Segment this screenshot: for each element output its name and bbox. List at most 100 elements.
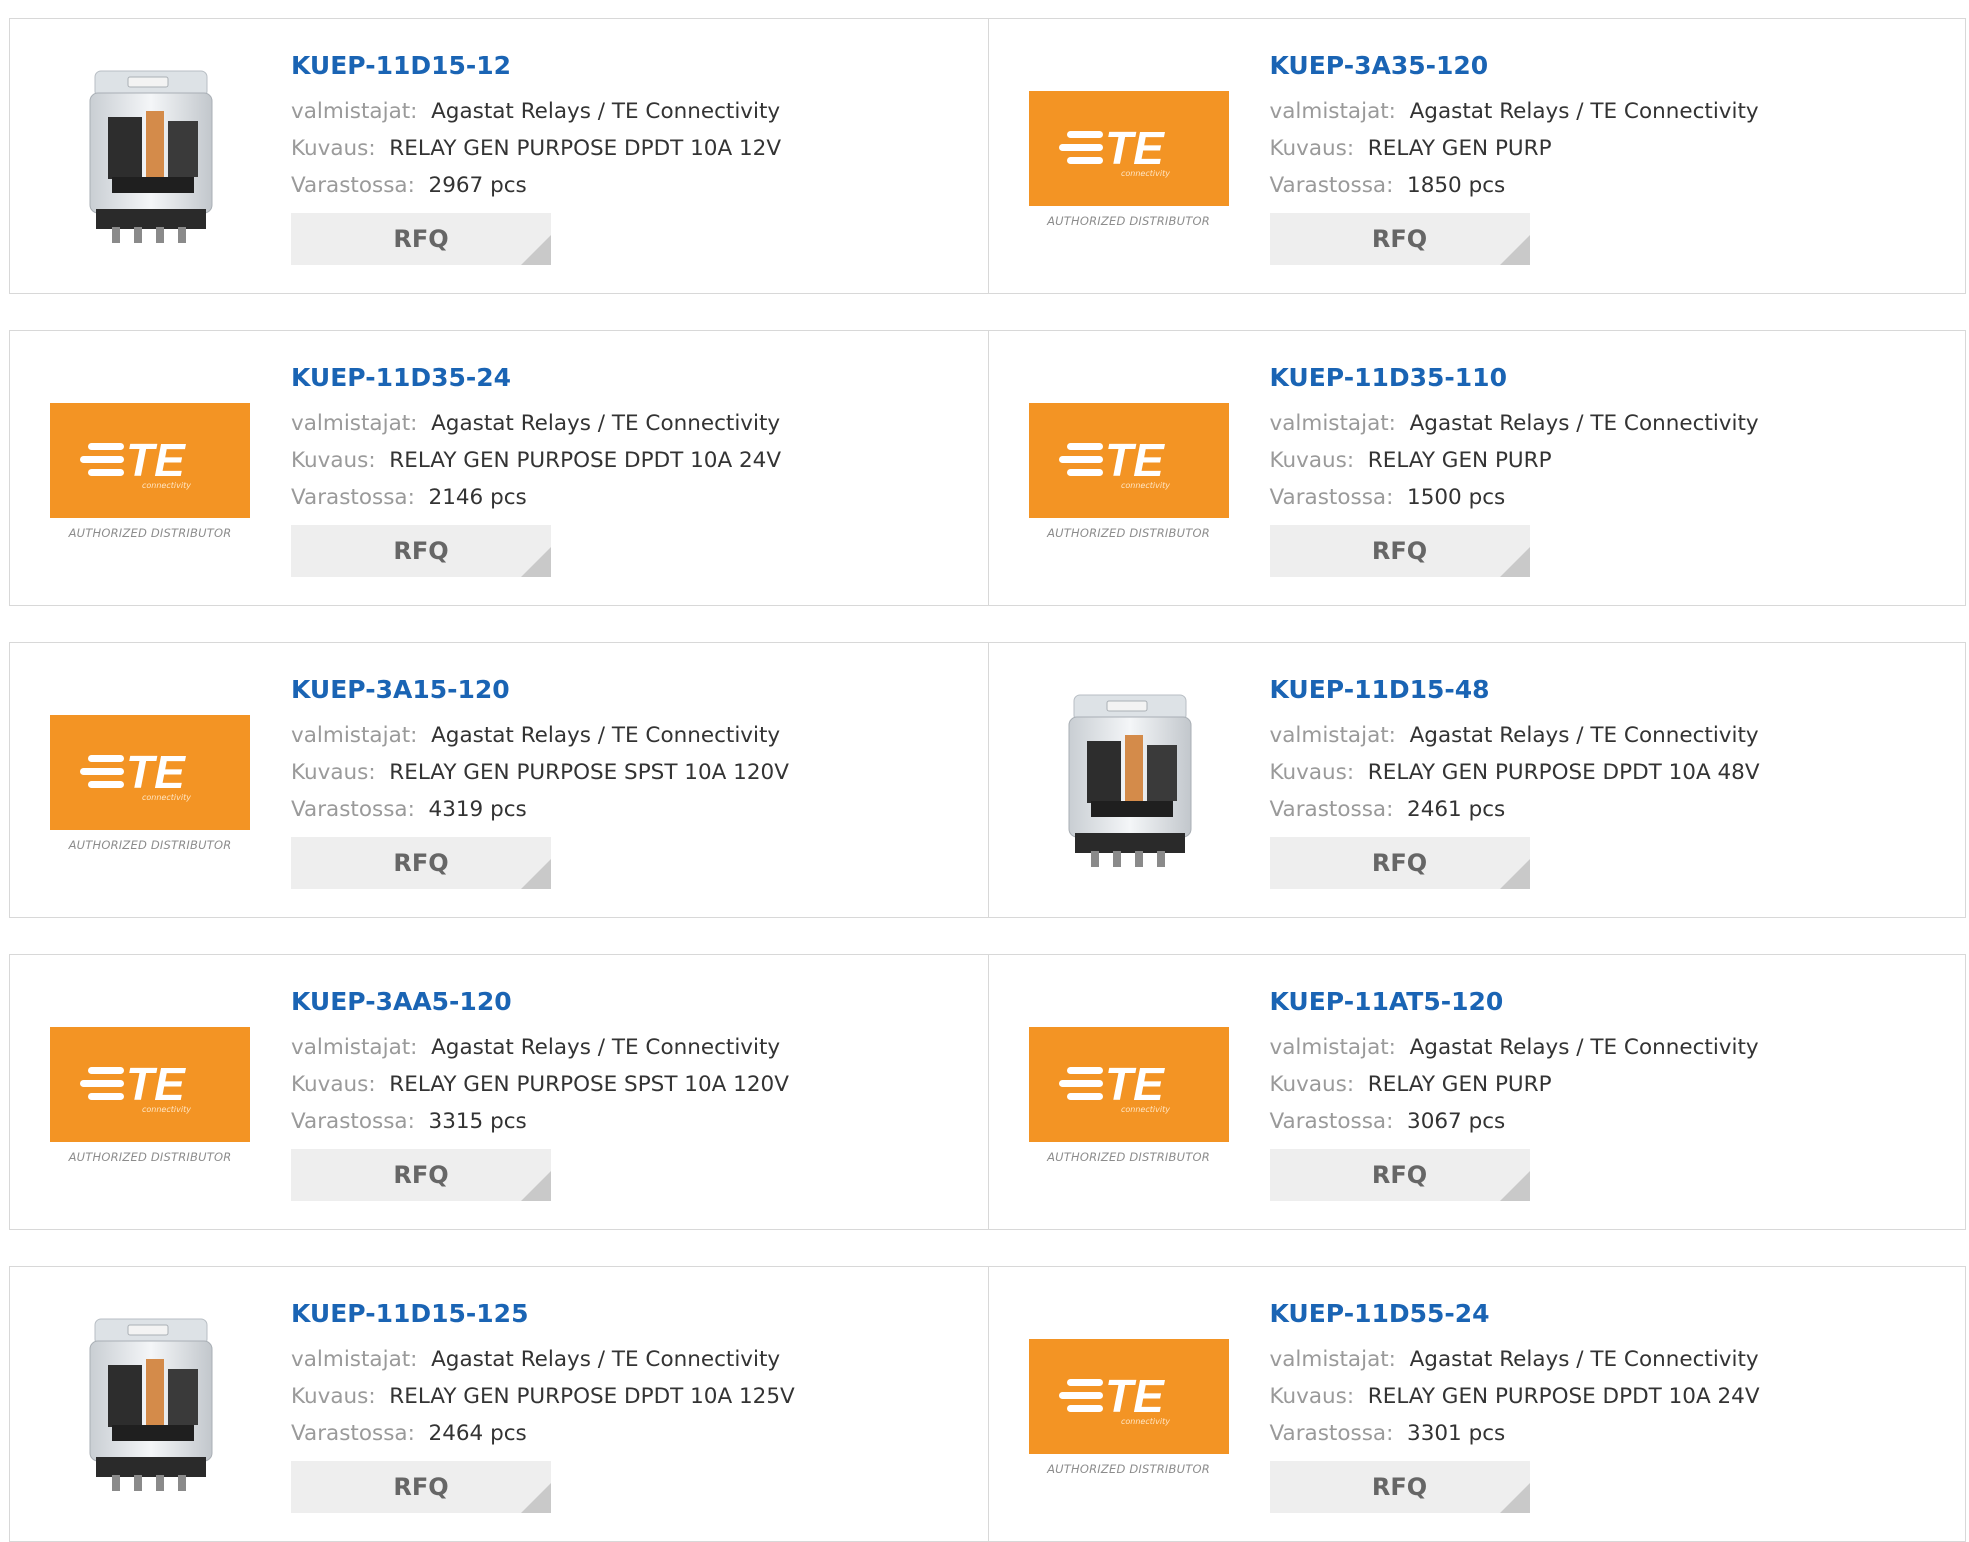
manufacturer-label: valmistajat: — [1269, 1347, 1396, 1372]
rfq-label: RFQ — [1371, 1161, 1428, 1189]
part-number-link[interactable]: KUEP-11D15-125 — [291, 1297, 795, 1331]
authorized-distributor-text: AUTHORIZED DISTRIBUTOR — [68, 838, 232, 852]
te-sub-text: connectivity — [1121, 169, 1170, 178]
part-number-link[interactable]: KUEP-3A35-120 — [1270, 49, 1759, 83]
stock-line: Varastossa: 2464 pcs — [291, 1415, 795, 1452]
corner-triangle-icon — [521, 1171, 551, 1201]
description-value: RELAY GEN PURP — [1367, 136, 1552, 161]
manufacturer-line: valmistajat: Agastat Relays / TE Connect… — [1270, 405, 1759, 442]
manufacturer-line: valmistajat: Agastat Relays / TE Connect… — [291, 405, 781, 442]
rfq-button[interactable]: RFQ — [1269, 1149, 1530, 1201]
manufacturer-label: valmistajat: — [291, 723, 418, 748]
stock-line: Varastossa: 3301 pcs — [1270, 1415, 1760, 1452]
part-number-link[interactable]: KUEP-11AT5-120 — [1270, 985, 1759, 1019]
stock-value: 2146 pcs — [428, 485, 527, 510]
rfq-label: RFQ — [1371, 1473, 1428, 1501]
rfq-button[interactable]: RFQ — [1269, 837, 1530, 889]
te-mark-icon: TE connectivity — [80, 1058, 191, 1114]
part-number-link[interactable]: KUEP-3AA5-120 — [291, 985, 789, 1019]
rfq-button[interactable]: RFQ — [291, 525, 551, 577]
corner-triangle-icon — [1499, 1171, 1530, 1201]
te-connectivity-logo[interactable]: TE connectivity AUTHORIZED DISTRIBUTOR — [50, 715, 250, 852]
te-connectivity-logo[interactable]: TE connectivity AUTHORIZED DISTRIBUTOR — [1028, 1027, 1229, 1164]
manufacturer-label: valmistajat: — [1269, 411, 1396, 436]
te-connectivity-logo[interactable]: TE connectivity AUTHORIZED DISTRIBUTOR — [1028, 91, 1229, 228]
rfq-label: RFQ — [1371, 537, 1428, 565]
rfq-button[interactable]: RFQ — [1269, 213, 1530, 265]
description-value: RELAY GEN PURP — [1367, 1072, 1552, 1097]
product-info: KUEP-11D15-125 valmistajat: Agastat Rela… — [291, 1297, 795, 1513]
stock-value: 2967 pcs — [428, 173, 527, 198]
part-number-link[interactable]: KUEP-11D15-48 — [1270, 673, 1760, 707]
description-line: Kuvaus: RELAY GEN PURPOSE DPDT 10A 24V — [291, 442, 781, 479]
product-info: KUEP-3A15-120 valmistajat: Agastat Relay… — [291, 673, 789, 889]
svg-text:TE: TE — [126, 1058, 186, 1110]
te-sub-text: connectivity — [142, 793, 191, 802]
manufacturer-value: Agastat Relays / TE Connectivity — [1409, 723, 1759, 748]
relay-icon — [89, 1318, 213, 1491]
manufacturer-value: Agastat Relays / TE Connectivity — [431, 1035, 781, 1060]
stock-line: Varastossa: 2146 pcs — [291, 479, 781, 516]
corner-triangle-icon — [1499, 1483, 1530, 1513]
rfq-button[interactable]: RFQ — [1269, 525, 1530, 577]
te-mark-icon: TE connectivity — [1058, 434, 1170, 490]
rfq-label: RFQ — [393, 1473, 449, 1501]
description-label: Kuvaus: — [1269, 760, 1355, 785]
description-label: Kuvaus: — [291, 448, 376, 473]
description-line: Kuvaus: RELAY GEN PURPOSE DPDT 10A 125V — [291, 1378, 795, 1415]
stock-value: 3315 pcs — [428, 1109, 527, 1134]
product-card: TE connectivity AUTHORIZED DISTRIBUTOR K… — [987, 19, 1966, 293]
description-value: RELAY GEN PURP — [1367, 448, 1552, 473]
product-info: KUEP-11D35-24 valmistajat: Agastat Relay… — [291, 361, 781, 577]
rfq-label: RFQ — [393, 537, 449, 565]
manufacturer-label: valmistajat: — [1269, 723, 1396, 748]
rfq-button[interactable]: RFQ — [291, 837, 551, 889]
manufacturer-value: Agastat Relays / TE Connectivity — [1409, 1347, 1759, 1372]
product-card: KUEP-11D15-12 valmistajat: Agastat Relay… — [10, 19, 988, 293]
product-card: TE connectivity AUTHORIZED DISTRIBUTOR K… — [10, 331, 988, 605]
rfq-button[interactable]: RFQ — [291, 213, 551, 265]
stock-label: Varastossa: — [1269, 485, 1394, 510]
te-connectivity-logo[interactable]: TE connectivity AUTHORIZED DISTRIBUTOR — [1028, 1339, 1229, 1476]
te-sub-text: connectivity — [1121, 1417, 1170, 1426]
manufacturer-label: valmistajat: — [291, 1035, 418, 1060]
stock-label: Varastossa: — [1269, 1109, 1394, 1134]
product-info: KUEP-11AT5-120 valmistajat: Agastat Rela… — [1269, 985, 1759, 1201]
corner-triangle-icon — [1499, 547, 1530, 577]
stock-line: Varastossa: 2967 pcs — [291, 167, 781, 204]
rfq-label: RFQ — [393, 849, 449, 877]
product-row: TE connectivity AUTHORIZED DISTRIBUTOR K… — [9, 954, 1966, 1230]
te-connectivity-logo[interactable]: TE connectivity AUTHORIZED DISTRIBUTOR — [50, 1027, 250, 1164]
rfq-button[interactable]: RFQ — [1269, 1461, 1530, 1513]
manufacturer-line: valmistajat: Agastat Relays / TE Connect… — [291, 93, 781, 130]
te-sub-text: connectivity — [1121, 481, 1170, 490]
product-row: KUEP-11D15-12 valmistajat: Agastat Relay… — [9, 18, 1966, 294]
manufacturer-label: valmistajat: — [291, 411, 418, 436]
stock-value: 2461 pcs — [1407, 797, 1506, 822]
manufacturer-value: Agastat Relays / TE Connectivity — [431, 411, 781, 436]
relay-product-image[interactable] — [1029, 683, 1229, 883]
part-number-link[interactable]: KUEP-11D35-110 — [1270, 361, 1759, 395]
product-info: KUEP-11D55-24 valmistajat: Agastat Relay… — [1269, 1297, 1760, 1513]
description-value: RELAY GEN PURPOSE DPDT 10A 48V — [1367, 760, 1760, 785]
description-value: RELAY GEN PURPOSE DPDT 10A 12V — [389, 136, 782, 161]
description-label: Kuvaus: — [1269, 136, 1355, 161]
description-line: Kuvaus: RELAY GEN PURPOSE DPDT 10A 12V — [291, 130, 781, 167]
part-number-link[interactable]: KUEP-3A15-120 — [291, 673, 789, 707]
te-connectivity-logo[interactable]: TE connectivity AUTHORIZED DISTRIBUTOR — [1028, 403, 1229, 540]
part-number-link[interactable]: KUEP-11D55-24 — [1270, 1297, 1760, 1331]
rfq-label: RFQ — [1371, 225, 1428, 253]
product-info: KUEP-11D15-48 valmistajat: Agastat Relay… — [1269, 673, 1760, 889]
part-number-link[interactable]: KUEP-11D15-12 — [291, 49, 781, 83]
manufacturer-value: Agastat Relays / TE Connectivity — [431, 99, 781, 124]
te-connectivity-logo[interactable]: TE connectivity AUTHORIZED DISTRIBUTOR — [50, 403, 250, 540]
part-number-link[interactable]: KUEP-11D35-24 — [291, 361, 781, 395]
relay-product-image[interactable] — [50, 59, 250, 259]
te-logo-box: TE connectivity — [50, 715, 250, 830]
rfq-button[interactable]: RFQ — [291, 1149, 551, 1201]
product-card: TE connectivity AUTHORIZED DISTRIBUTOR K… — [987, 955, 1966, 1229]
svg-text:TE: TE — [126, 746, 186, 798]
description-label: Kuvaus: — [1269, 1384, 1355, 1409]
relay-product-image[interactable] — [50, 1307, 250, 1507]
rfq-button[interactable]: RFQ — [291, 1461, 551, 1513]
